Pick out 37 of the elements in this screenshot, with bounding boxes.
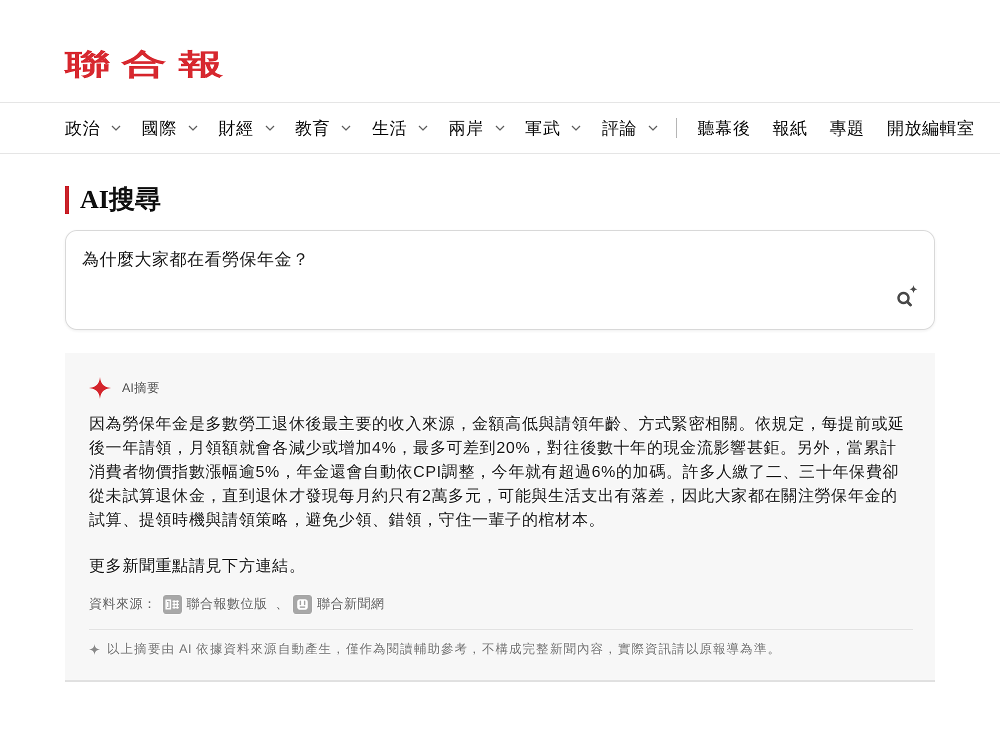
chevron-down-icon [111, 125, 122, 131]
nav-link[interactable]: 專題 [830, 116, 865, 140]
search-field[interactable]: 為什麼大家都在看勞保年金？ [65, 230, 935, 330]
page-title: AI搜尋 [65, 186, 935, 214]
nav-link[interactable]: 開放編輯室 [886, 116, 975, 140]
sources-label: 資料來源： [89, 595, 156, 613]
search-button[interactable] [896, 285, 918, 307]
chevron-down-icon [648, 125, 658, 131]
source-logo-icon [293, 594, 312, 614]
source-link[interactable]: 聯合報數位版 [162, 594, 268, 614]
nav-menu-item[interactable]: 生活 [372, 116, 428, 140]
nav-menu-item[interactable]: 兩岸 [448, 116, 505, 140]
nav-menu-item[interactable]: 評論 [602, 116, 658, 140]
newspaper-logo[interactable]: 聯合報 [65, 50, 235, 80]
chevron-down-icon [494, 125, 505, 131]
chevron-down-icon [188, 125, 198, 131]
nav-menu-item[interactable]: 教育 [295, 116, 352, 140]
nav-menu-item[interactable]: 軍武 [525, 116, 582, 140]
nav-menu-item[interactable]: 政治 [65, 116, 122, 140]
sparkle-icon [89, 644, 100, 654]
sparkle-icon [89, 377, 111, 399]
chevron-down-icon [264, 125, 275, 131]
nav-menu-item[interactable]: 國際 [142, 116, 198, 140]
source-logo-icon [162, 594, 182, 614]
nav-link[interactable]: 聽幕後 [698, 116, 750, 140]
separator-text: 、 [276, 595, 289, 613]
chevron-down-icon [341, 125, 352, 131]
summary-paragraph: 更多新聞重點請見下方連結。 [89, 556, 306, 577]
search-sparkle-icon [896, 285, 918, 307]
summary-paragraph: 因為勞保年金是多數勞工退休後最主要的收入來源，金額高低與請領年齡、方式緊密相關。依規定，每提前或延後一年請領，月領額就會各減少或增加4%，最多可差到20%，對往後數十年的現金流影響甚鉅。另外，當累計消費者物價指數漲幅逾5%，年金還會自動依CPI調整，今年就有超過6%的加碼。許多人繳了二、三十年保費卻從未試算退休金，直到退休才發現每月約只有2萬多元，可能與生活支出有落差，因此大家都在關注勞保年金的試算、提領時機與請領策略，避免少領、錯領，守住一輩子的棺材本。 [89, 414, 906, 531]
summary-label: AI摘要 [122, 380, 160, 396]
nav-menu-item[interactable]: 財經 [218, 116, 275, 140]
disclaimer-text: 以上摘要由 AI 依據資料來源自動產生，僅作為閱讀輔助參考，不構成完整新聞內容，實際資訊請以原報導為準。 [107, 641, 781, 658]
chevron-down-icon [571, 125, 582, 131]
chevron-down-icon [418, 125, 428, 131]
source-link[interactable]: 聯合新聞網 [293, 594, 384, 614]
nav-link[interactable]: 報紙 [772, 116, 808, 140]
